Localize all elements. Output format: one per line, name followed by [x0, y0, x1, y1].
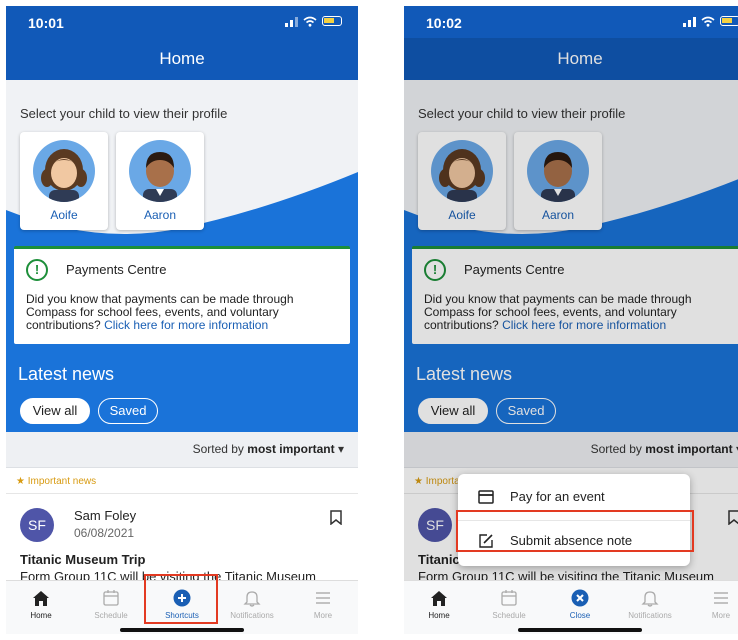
sort-value: most important	[247, 442, 335, 456]
bell-icon	[243, 591, 261, 607]
highlight-box	[456, 510, 694, 552]
post-author: Sam Foley	[74, 508, 137, 523]
news-feed: ★ Important news SF Sam Foley 06/08/2021…	[6, 468, 358, 584]
status-time: 10:01	[28, 15, 64, 31]
child-card-aaron[interactable]: Aaron	[116, 132, 204, 230]
status-bar: 10:02	[404, 6, 738, 38]
bottom-tab-bar: Home Schedule Close Notifications More	[404, 580, 738, 634]
child-name: Aaron	[143, 208, 177, 222]
star-icon: ★	[16, 476, 25, 487]
tab-label: Schedule	[492, 611, 526, 620]
child-card-aoife[interactable]: Aoife	[20, 132, 108, 230]
saved-button[interactable]: Saved	[98, 398, 158, 424]
tab-notifications[interactable]: Notifications	[217, 581, 287, 629]
avatar: SF	[20, 508, 54, 542]
phone-screen-home: 10:01 Home Select your child to view the…	[6, 6, 358, 634]
select-child-prompt: Select your child to view their profile	[20, 106, 228, 121]
phone-screen-shortcuts-open: 10:02 Home Select your child to view the…	[404, 6, 738, 634]
hero-section: Select your child to view their profile …	[6, 80, 358, 432]
tab-label: Home	[428, 611, 450, 620]
alert-icon: !	[26, 259, 48, 281]
home-indicator	[120, 628, 244, 632]
card-icon	[478, 490, 494, 504]
status-bar: 10:01	[6, 6, 358, 38]
menu-icon	[714, 592, 728, 604]
tab-label: Schedule	[94, 611, 128, 620]
payments-title: Payments Centre	[66, 262, 167, 277]
view-all-button[interactable]: View all	[20, 398, 90, 424]
wifi-icon	[303, 16, 317, 27]
bookmark-icon[interactable]	[330, 510, 342, 525]
divider	[6, 493, 358, 494]
important-news-text: Important news	[27, 476, 97, 487]
close-circle-icon	[571, 589, 589, 607]
calendar-icon	[103, 590, 119, 606]
tab-schedule[interactable]: Schedule	[76, 581, 146, 629]
post-title[interactable]: Titanic Museum Trip	[20, 552, 145, 567]
home-indicator	[518, 628, 642, 632]
battery-icon	[720, 16, 738, 26]
tab-schedule[interactable]: Schedule	[474, 581, 544, 629]
tab-label: Notifications	[628, 611, 672, 620]
menu-item-label: Pay for an event	[510, 489, 605, 504]
tab-close[interactable]: Close	[545, 581, 615, 629]
sort-dropdown[interactable]: Sorted by most important ▾	[6, 432, 358, 468]
payments-centre-card[interactable]: ! Payments Centre Did you know that paym…	[14, 246, 350, 344]
menu-icon	[316, 592, 330, 604]
payments-body: Did you know that payments can be made t…	[26, 293, 344, 332]
calendar-icon	[501, 590, 517, 606]
tab-label: Notifications	[230, 611, 274, 620]
tab-label: Close	[569, 611, 591, 620]
status-icons	[683, 15, 738, 27]
tab-home[interactable]: Home	[404, 581, 474, 629]
boy-avatar	[129, 140, 191, 202]
home-icon	[33, 591, 49, 606]
page-title: Home	[6, 38, 358, 80]
battery-icon	[322, 16, 342, 26]
bell-icon	[641, 591, 659, 607]
highlight-box	[144, 574, 218, 624]
latest-news-heading: Latest news	[18, 364, 115, 384]
wifi-icon	[701, 16, 715, 27]
caret-down-icon: ▾	[337, 442, 344, 456]
sort-prefix: Sorted by	[192, 442, 244, 456]
tab-more[interactable]: More	[288, 581, 358, 629]
status-time: 10:02	[426, 15, 462, 31]
tab-label: More	[711, 611, 731, 620]
post-date: 06/08/2021	[74, 526, 135, 540]
child-name: Aoife	[50, 208, 78, 222]
payments-info-link[interactable]: Click here for more information	[104, 318, 268, 332]
status-icons	[285, 15, 342, 27]
tab-notifications[interactable]: Notifications	[615, 581, 685, 629]
signal-icon	[285, 15, 298, 27]
tab-label: More	[313, 611, 333, 620]
important-news-label: ★ Important news	[16, 476, 96, 487]
signal-icon	[683, 15, 696, 27]
girl-avatar	[33, 140, 95, 202]
tab-more[interactable]: More	[686, 581, 738, 629]
tab-label: Home	[30, 611, 52, 620]
home-icon	[431, 591, 447, 606]
tab-home[interactable]: Home	[6, 581, 76, 629]
